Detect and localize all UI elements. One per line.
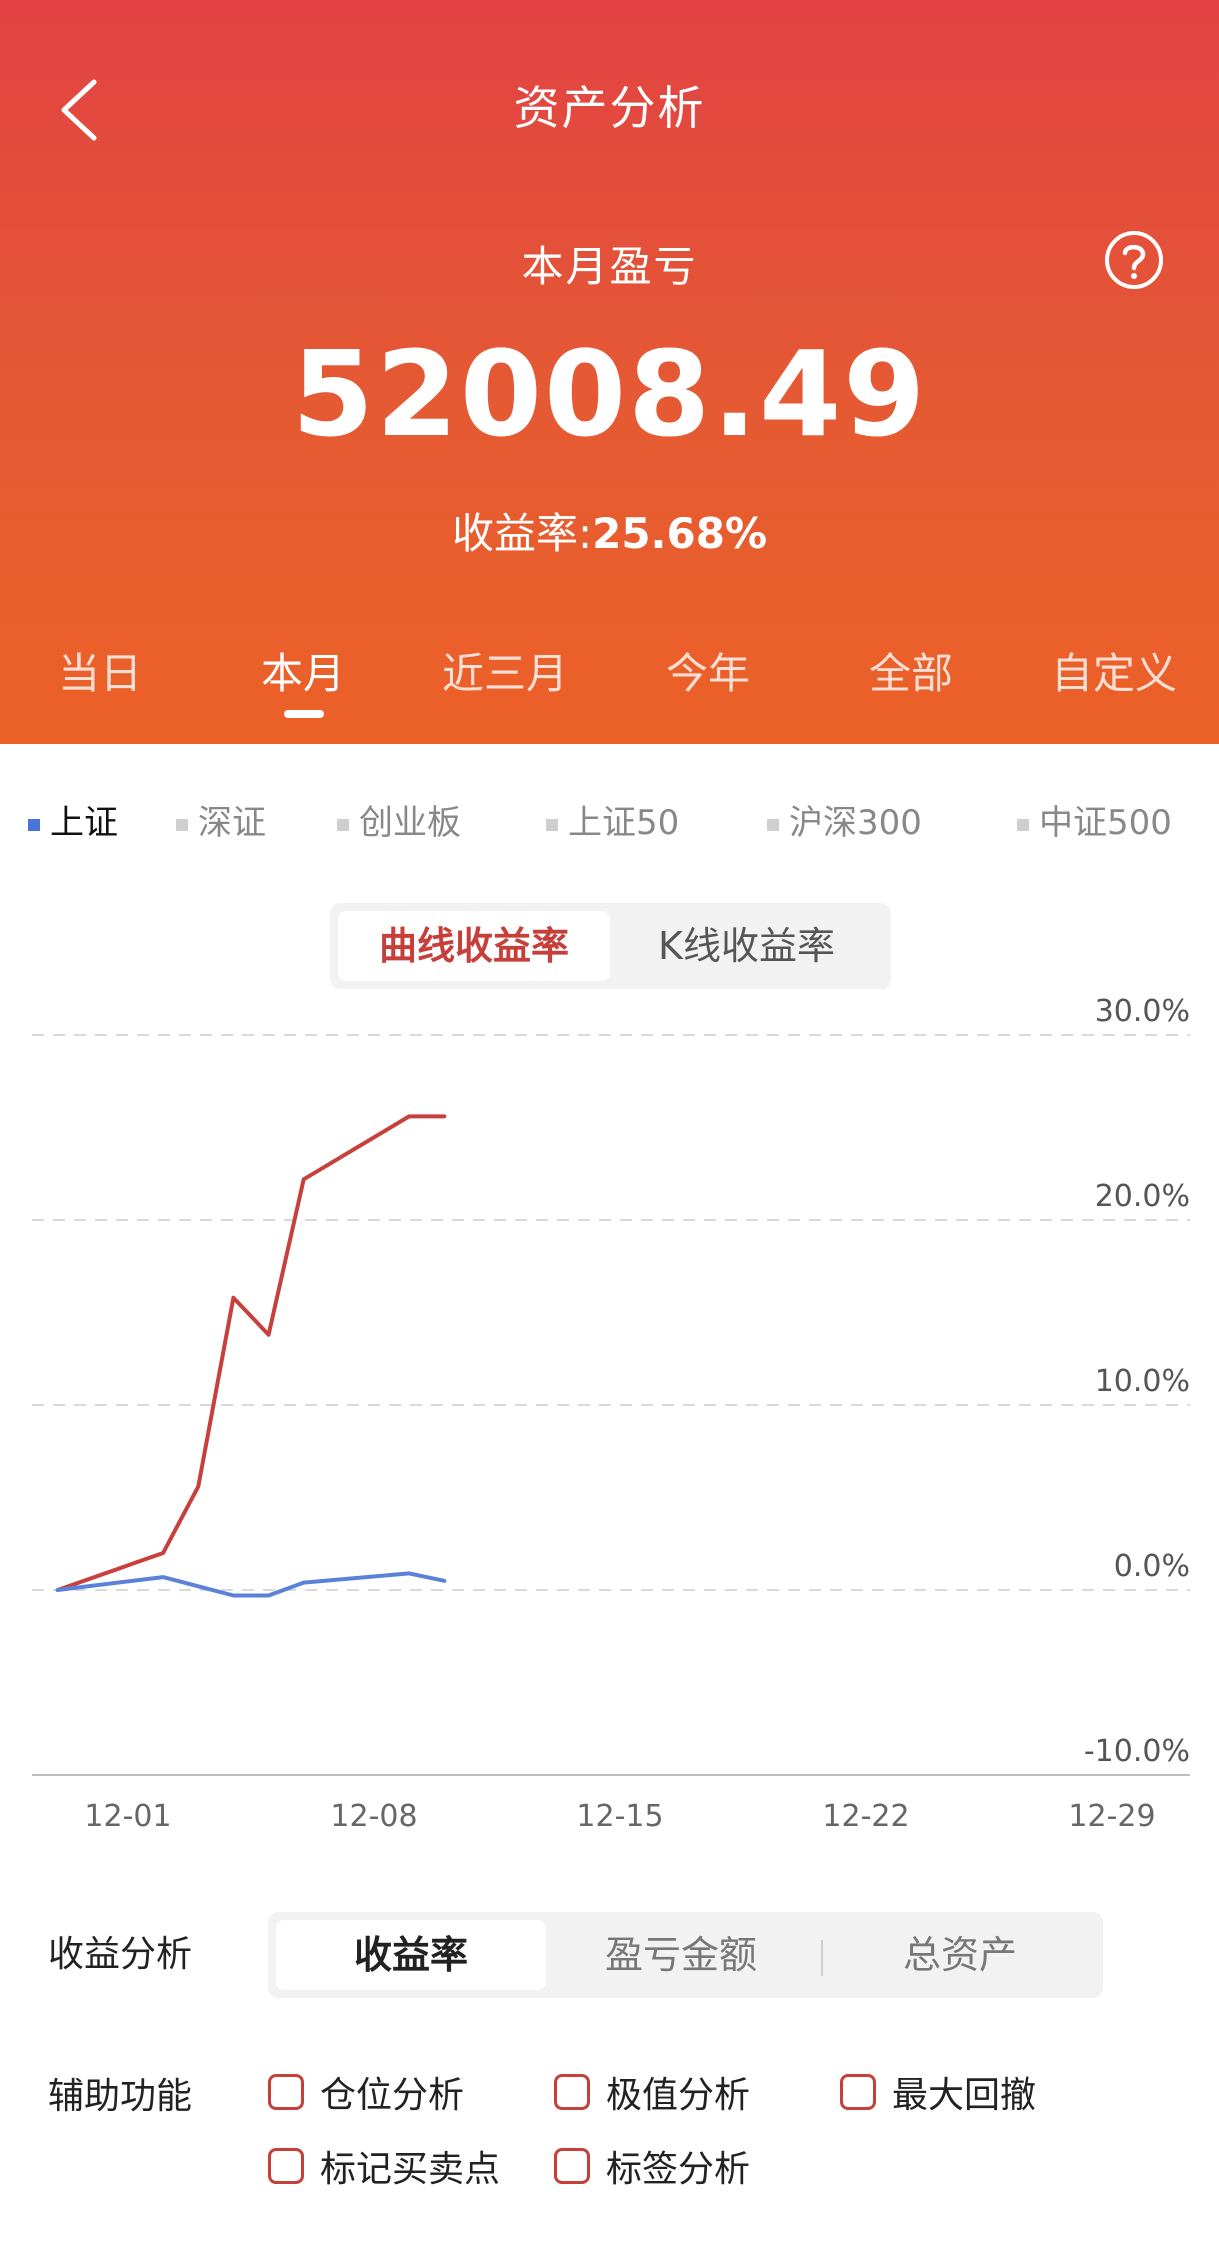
tab-this-month[interactable]: 本月 [233,640,373,701]
position-analysis-checkbox[interactable]: 仓位分析 [268,2066,464,2118]
legend-square-icon [337,818,349,831]
tab-all[interactable]: 全部 [841,640,981,701]
index-tab-label: 上证 [50,803,118,843]
checkbox-icon [840,2074,876,2110]
y-tick-label: 20.0% [1095,1179,1190,1214]
index-tab-label: 上证50 [568,803,680,843]
y-tick-label: 30.0% [1095,994,1190,1029]
help-icon[interactable] [1104,230,1164,290]
x-tick-label: 12-29 [1068,1799,1155,1834]
y-tick-label: -10.0% [1084,1734,1190,1769]
x-tick-label: 12-15 [576,1799,663,1834]
kline-yield-button[interactable]: K线收益率 [610,911,883,981]
mark-trade-points-checkbox[interactable]: 标记买卖点 [268,2140,500,2192]
index-yield-line [55,1571,447,1598]
checkbox-label: 极值分析 [606,2075,751,2116]
yield-rate: 收益率:25.68% [0,500,1219,561]
checkbox-label: 仓位分析 [320,2075,465,2116]
aux-functions-label: 辅助功能 [48,2076,193,2117]
yield-rate-label: 收益率: [451,509,593,558]
index-tab-csi300[interactable]: 沪深300 [767,795,922,844]
tab-last-three-months[interactable]: 近三月 [435,640,575,701]
checkbox-icon [554,2148,590,2184]
checkbox-icon [554,2074,590,2110]
x-tick-label: 12-22 [822,1799,909,1834]
period-label: 本月盈亏 [521,242,698,291]
total-assets-option[interactable]: 总资产 [825,1920,1095,1990]
checkbox-icon [268,2148,304,2184]
legend-square-icon [176,818,188,831]
index-tab-shanghai[interactable]: 上证 [28,795,118,844]
yield-rate-option[interactable]: 收益率 [276,1920,546,1990]
legend-square-icon [28,818,40,831]
checkbox-label: 标签分析 [606,2149,751,2190]
extreme-analysis-checkbox[interactable]: 极值分析 [554,2066,750,2118]
index-tab-chinext[interactable]: 创业板 [337,795,461,844]
yield-chart: 30.0% 20.0% 10.0% 0.0% -10.0% 12-01 12-08 12-15… [32,994,1190,1834]
index-tab-sse50[interactable]: 上证50 [546,795,679,844]
active-tab-indicator [284,710,324,718]
index-tab-label: 沪深300 [789,803,922,843]
page-title: 资产分析 [513,81,706,135]
segment-divider [821,1940,823,1976]
index-tab-shenzhen[interactable]: 深证 [176,795,266,844]
checkbox-label: 标记买卖点 [320,2149,501,2190]
legend-square-icon [767,818,779,831]
y-tick-label: 10.0% [1095,1364,1190,1399]
curve-yield-button[interactable]: 曲线收益率 [338,911,610,981]
index-tab-label: 创业板 [359,803,461,843]
tag-analysis-checkbox[interactable]: 标签分析 [554,2140,750,2192]
x-tick-label: 12-08 [330,1799,417,1834]
profit-amount-option[interactable]: 盈亏金额 [546,1920,816,1990]
checkbox-label: 最大回撤 [892,2075,1037,2116]
profit-amount: 52008.49 [291,325,928,463]
header: 资产分析 本月盈亏 52008.49 收益率:25.68% 当日 本月 近三月 … [0,0,1219,744]
tab-custom[interactable]: 自定义 [1044,640,1184,701]
index-tab-label: 深证 [198,803,266,843]
legend-square-icon [546,818,558,831]
portfolio-yield-line [55,1114,447,1592]
x-tick-label: 12-01 [84,1799,171,1834]
tab-this-year[interactable]: 今年 [638,640,778,701]
checkbox-icon [268,2074,304,2110]
index-tab-label: 中证500 [1039,803,1172,843]
profit-analysis-switch: 收益率 盈亏金额 总资产 [268,1912,1103,1998]
tab-today[interactable]: 当日 [30,640,170,701]
profit-analysis-label: 收益分析 [48,1934,193,1975]
max-drawdown-checkbox[interactable]: 最大回撤 [840,2066,1036,2118]
legend-square-icon [1017,818,1029,831]
index-tab-csi500[interactable]: 中证500 [1017,795,1172,844]
y-tick-label: 0.0% [1114,1549,1190,1584]
chart-mode-switch: 曲线收益率 K线收益率 [330,903,891,989]
yield-rate-value: 25.68% [592,509,768,558]
